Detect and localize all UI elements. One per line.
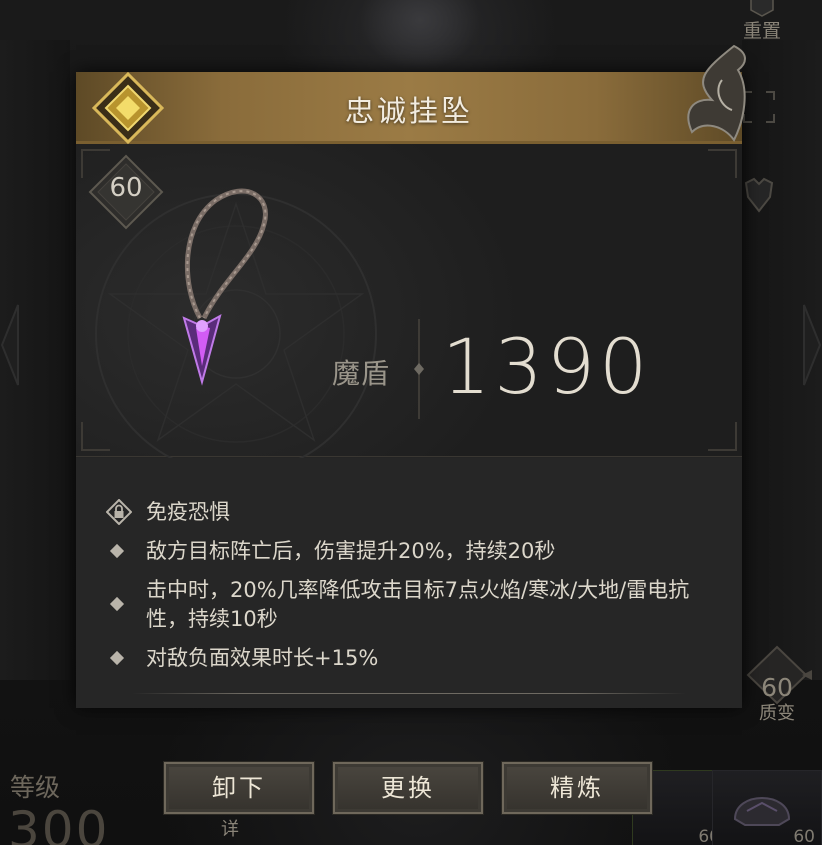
effect-item: 对敌负面效果时长+15% <box>104 644 712 673</box>
effect-item: 敌方目标阵亡后，伤害提升20%，持续20秒 <box>104 537 712 566</box>
diamond-bullet-icon <box>109 596 125 612</box>
character-figure <box>350 0 490 70</box>
diamond-bullet-icon <box>109 650 125 666</box>
card-header: 忠诚挂坠 <box>76 44 746 144</box>
replace-button[interactable]: 更换 <box>332 761 484 815</box>
refine-button[interactable]: 精炼 <box>501 761 653 815</box>
corner-ornament-icon <box>708 149 737 178</box>
stat-divider-icon <box>414 319 424 419</box>
corner-ornament-icon <box>81 422 110 451</box>
prev-arrow-icon[interactable] <box>0 300 22 390</box>
next-arrow-icon[interactable] <box>800 300 822 390</box>
helmet-icon <box>733 797 791 826</box>
detail-button[interactable]: 详 <box>200 810 260 845</box>
item-name: 忠诚挂坠 <box>344 94 473 128</box>
armor-icon[interactable] <box>740 175 778 215</box>
reset-icon <box>750 0 774 17</box>
effect-list: 免疫恐惧 敌方目标阵亡后，伤害提升20%，持续20秒 击中时，20%几率降低攻击… <box>104 498 712 683</box>
item-level: 60 <box>109 173 143 203</box>
item-level-badge: 60 <box>88 154 164 230</box>
effect-item: 击中时，20%几率降低攻击目标7点火焰/寒冰/大地/雷电抗性，持续10秒 <box>104 576 712 634</box>
stat-label: 魔盾 <box>332 357 391 390</box>
thumbnail-level: 60 <box>793 827 815 845</box>
effect-text: 敌方目标阵亡后，伤害提升20%，持续20秒 <box>146 539 556 563</box>
stat-value: 1390 <box>442 322 652 411</box>
item-effects-panel: 免疫恐惧 敌方目标阵亡后，伤害提升20%，持续20秒 击中时，20%几率降低攻击… <box>76 458 742 708</box>
player-level-value: 300 <box>8 801 110 845</box>
pendant-item-icon <box>182 188 268 386</box>
effect-text: 对敌负面效果时长+15% <box>146 646 379 670</box>
rank-label: 质变 <box>759 703 795 724</box>
divider <box>132 693 686 694</box>
rank-level: 60 <box>761 673 793 702</box>
rank-badge[interactable]: 60 质变 <box>742 645 812 735</box>
effect-text: 击中时，20%几率降低攻击目标7点火焰/寒冰/大地/雷电抗性，持续10秒 <box>146 578 690 631</box>
item-preview-area: 60 魔盾 1390 <box>76 144 742 566</box>
lock-icon <box>106 499 132 525</box>
corner-ornament-icon <box>708 422 737 451</box>
flame-ornament-icon <box>687 44 746 142</box>
equipment-thumbnail[interactable]: 60 <box>712 770 822 845</box>
player-level-label: 等级 <box>10 773 61 802</box>
effect-text: 免疫恐惧 <box>146 500 230 524</box>
diamond-bullet-icon <box>109 543 125 559</box>
item-detail-card: 忠诚挂坠 60 魔盾 1390 免疫恐惧 敌方目标阵亡后，伤害提升20%，持续2… <box>76 44 746 708</box>
effect-item: 免疫恐惧 <box>104 498 712 527</box>
unequip-button[interactable]: 卸下 <box>163 761 315 815</box>
reset-label: 重置 <box>742 20 781 42</box>
